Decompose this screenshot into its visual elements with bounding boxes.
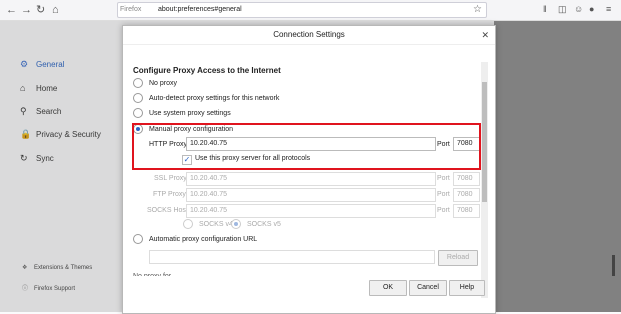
- sidebar-icon[interactable]: ◫: [558, 3, 567, 16]
- manual-config-highlight: [132, 123, 481, 170]
- menu-icon[interactable]: ≡: [606, 3, 611, 16]
- radio-label: Auto-detect proxy settings for this netw…: [149, 95, 280, 102]
- radio-label: No proxy: [149, 80, 178, 87]
- auto-config-url-input[interactable]: [149, 250, 435, 264]
- socks-port-input[interactable]: 7080: [453, 204, 480, 218]
- browser-brand: Firefox: [120, 6, 142, 13]
- url-bar[interactable]: Firefox about:preferences#general ☆: [117, 2, 487, 18]
- radio-icon[interactable]: [133, 93, 143, 104]
- ftp-proxy-label: FTP Proxy: [153, 191, 186, 198]
- forward-icon[interactable]: →: [21, 3, 32, 17]
- socks-port-label: Port: [437, 207, 450, 214]
- radio-icon[interactable]: [133, 78, 143, 89]
- radio-label: Use system proxy settings: [149, 110, 231, 117]
- ftp-proxy-input[interactable]: 10.20.40.75: [186, 188, 436, 202]
- reload-button[interactable]: Reload: [438, 250, 478, 266]
- ftp-port-label: Port: [437, 191, 450, 198]
- socks-host-input[interactable]: 10.20.40.75: [186, 204, 436, 218]
- page-scrollbar[interactable]: [612, 255, 615, 276]
- extension-icon[interactable]: ●: [589, 3, 594, 16]
- url-text[interactable]: about:preferences#general: [158, 4, 242, 16]
- radio-label: Automatic proxy configuration URL: [149, 236, 258, 243]
- help-button[interactable]: Help: [449, 280, 485, 296]
- scrollbar-thumb[interactable]: [482, 82, 487, 202]
- radio-auto-detect[interactable]: Auto-detect proxy settings for this netw…: [133, 93, 279, 105]
- radio-icon[interactable]: [133, 234, 143, 245]
- ftp-port-input[interactable]: 7080: [453, 188, 480, 202]
- radio-no-proxy[interactable]: No proxy: [133, 78, 177, 90]
- proxy-heading: Configure Proxy Access to the Internet: [133, 66, 281, 75]
- account-icon[interactable]: ☺: [574, 3, 583, 16]
- cancel-button[interactable]: Cancel: [409, 280, 447, 296]
- radio-icon[interactable]: [231, 219, 241, 230]
- back-icon[interactable]: ←: [6, 3, 17, 17]
- radio-system-proxy[interactable]: Use system proxy settings: [133, 108, 231, 120]
- radio-label: SOCKS v5: [247, 221, 281, 228]
- dialog-scrollbar[interactable]: [481, 62, 488, 298]
- ok-button[interactable]: OK: [369, 280, 407, 296]
- close-icon[interactable]: ✕: [481, 29, 489, 41]
- library-icon[interactable]: ‖: [543, 3, 547, 16]
- home-icon[interactable]: ⌂: [52, 3, 59, 17]
- browser-toolbar: ← → ↻ ⌂ Firefox about:preferences#genera…: [0, 0, 621, 21]
- ssl-proxy-label: SSL Proxy: [154, 175, 187, 182]
- radio-label: SOCKS v4: [199, 221, 233, 228]
- bookmark-star-icon[interactable]: ☆: [473, 3, 482, 16]
- socks-host-label: SOCKS Host: [147, 207, 188, 214]
- ssl-proxy-input[interactable]: 10.20.40.75: [186, 172, 436, 186]
- radio-auto-config-url[interactable]: Automatic proxy configuration URL: [133, 234, 257, 246]
- connection-settings-dialog: Connection Settings ✕ Configure Proxy Ac…: [122, 25, 496, 314]
- dialog-title: Connection Settings: [123, 26, 495, 45]
- no-proxy-for-label: No proxy for: [133, 272, 171, 276]
- radio-icon[interactable]: [133, 108, 143, 119]
- ssl-port-label: Port: [437, 175, 450, 182]
- radio-icon[interactable]: [183, 219, 193, 230]
- radio-socks-v5[interactable]: SOCKS v5: [231, 219, 281, 231]
- ssl-port-input[interactable]: 7080: [453, 172, 480, 186]
- radio-socks-v4[interactable]: SOCKS v4: [183, 219, 233, 231]
- reload-icon[interactable]: ↻: [36, 3, 45, 17]
